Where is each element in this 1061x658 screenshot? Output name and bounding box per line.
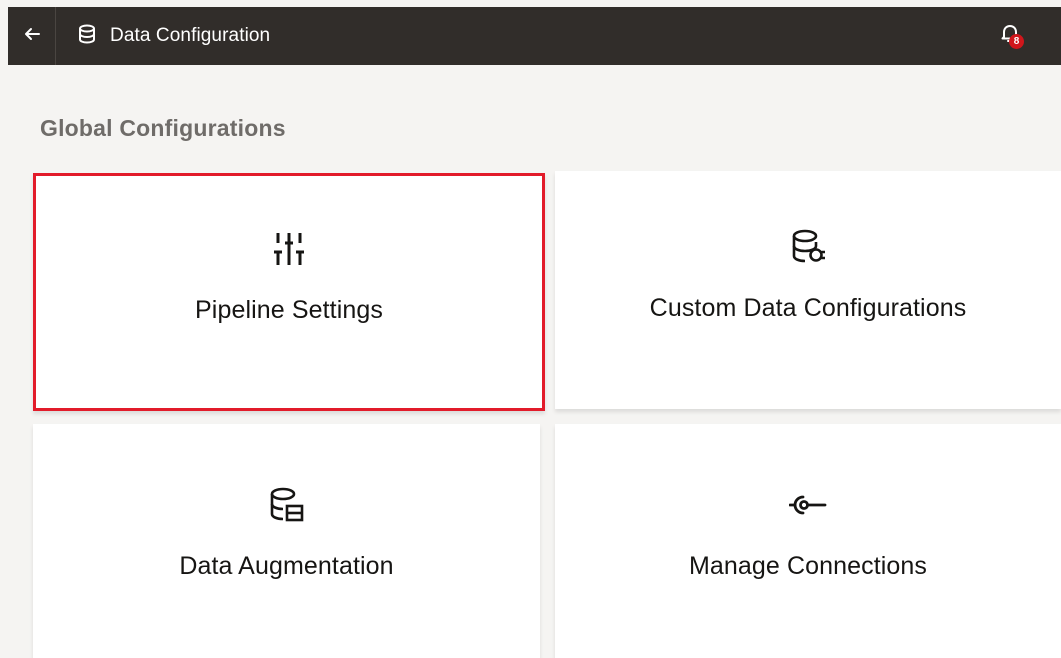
card-label: Pipeline Settings bbox=[195, 296, 383, 324]
notification-badge: 8 bbox=[1009, 34, 1024, 49]
card-label: Manage Connections bbox=[688, 552, 928, 580]
card-pipeline-settings[interactable]: Pipeline Settings bbox=[33, 173, 545, 411]
database-icon bbox=[78, 24, 96, 49]
connection-icon bbox=[788, 487, 827, 528]
database-table-icon bbox=[270, 487, 304, 528]
header-title-group: Data Configuration bbox=[78, 24, 270, 49]
card-label: Custom Data Configurations bbox=[649, 294, 967, 322]
back-button[interactable] bbox=[8, 7, 56, 65]
sliders-icon bbox=[273, 231, 305, 272]
section-title: Global Configurations bbox=[40, 115, 286, 141]
card-data-augmentation[interactable]: Data Augmentation bbox=[33, 424, 540, 658]
notifications-button[interactable]: 8 bbox=[999, 22, 1027, 50]
card-manage-connections[interactable]: Manage Connections bbox=[555, 424, 1061, 658]
card-custom-data-configurations[interactable]: Custom Data Configurations bbox=[555, 171, 1061, 409]
app-header: Data Configuration 8 bbox=[8, 7, 1061, 65]
page-title: Data Configuration bbox=[110, 25, 271, 46]
card-label: Data Augmentation bbox=[179, 552, 394, 580]
database-plug-icon bbox=[791, 229, 825, 270]
arrow-left-icon bbox=[23, 25, 41, 48]
